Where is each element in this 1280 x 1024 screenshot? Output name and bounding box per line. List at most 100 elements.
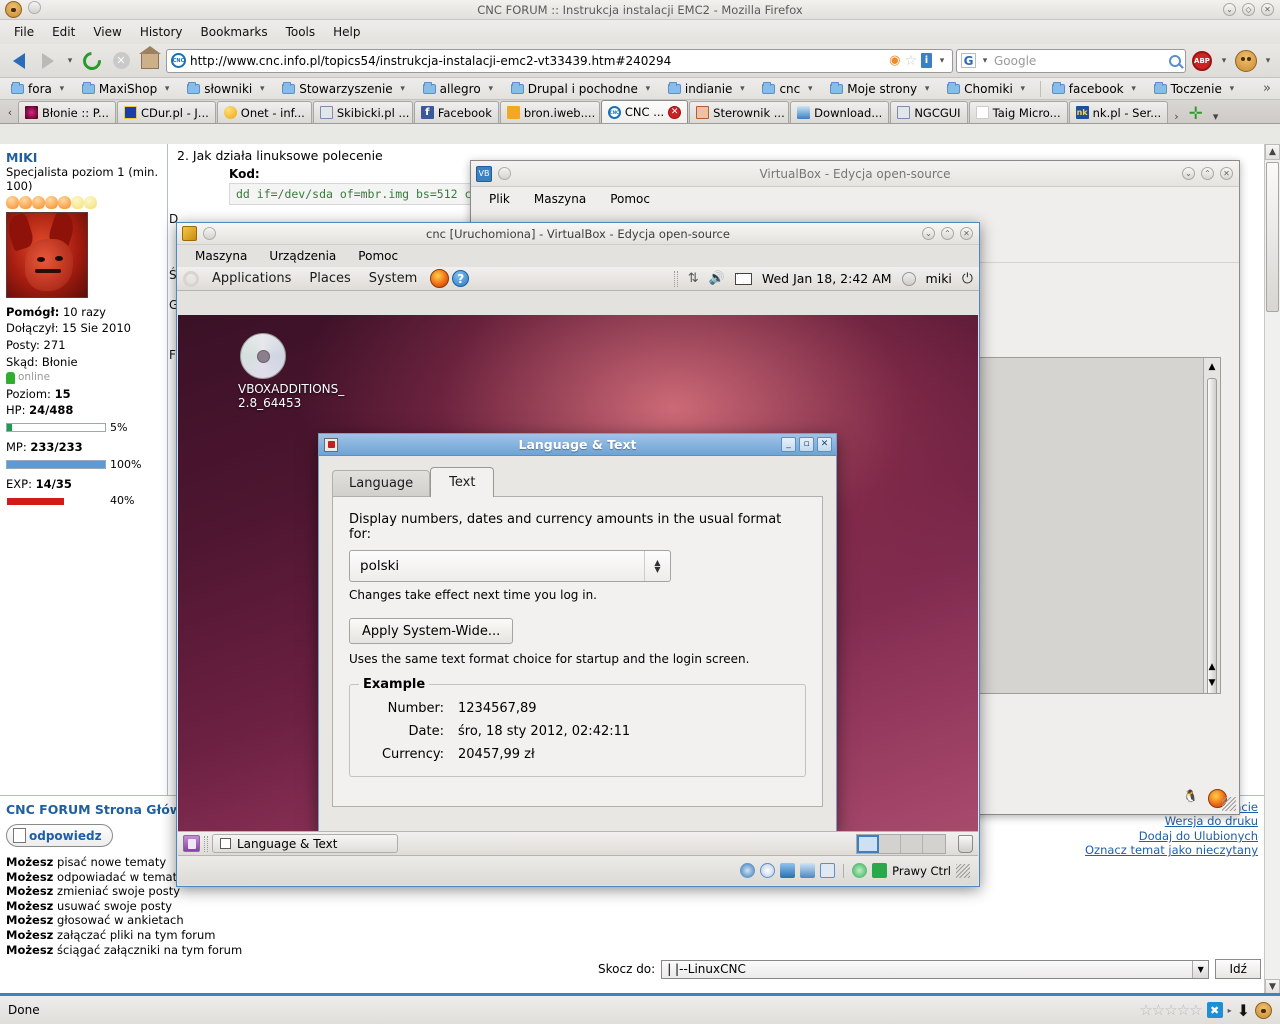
chevron-down-icon[interactable]: ▾ [64,56,76,66]
search-engine-dropdown-icon[interactable]: ▾ [979,56,991,66]
search-icon[interactable] [1169,54,1181,67]
link-mark-unread[interactable]: Oznacz temat jako nieczytany [1045,843,1258,857]
dialog-maximize-button[interactable]: ▫ [799,437,814,452]
monkey-extension-button[interactable] [1233,48,1259,74]
network-adapter-icon[interactable] [780,863,796,878]
menu-file[interactable]: File [6,22,42,42]
reply-button[interactable]: odpowiedz [6,824,113,847]
tab-scroll-left-icon[interactable]: ‹ [2,101,18,123]
vbmgr-menu-pomoc[interactable]: Pomoc [600,189,660,209]
minimize-button[interactable]: ⌄ [922,227,935,240]
combobox-spinner-icon[interactable]: ▲ ▼ [644,551,670,581]
menu-bookmarks[interactable]: Bookmarks [193,22,276,42]
tab-facebook[interactable]: f Facebook [413,101,499,123]
cd-dvd-icon[interactable] [760,863,776,878]
taskbar-window-button[interactable]: Language & Text [212,834,398,853]
maximize-button[interactable]: ◇ [1242,3,1255,16]
forward-button[interactable] [35,48,61,74]
new-tab-button[interactable]: ✛ [1184,106,1208,123]
maximize-button[interactable]: ⌃ [941,227,954,240]
search-bar[interactable]: G ▾ Google [956,48,1186,73]
desktop-icon-vboxadditions[interactable]: VBOXADDITIONS_ 2.8_64453 [238,333,344,410]
menu-edit[interactable]: Edit [44,22,83,42]
workspace-1[interactable] [857,834,879,853]
tab-taig-micro[interactable]: Taig Micro... [968,101,1068,123]
author-username[interactable]: MIKI [6,150,161,165]
dialog-minimize-button[interactable]: _ [781,437,796,452]
bookmark-facebook[interactable]: facebook ▾ [1046,80,1146,98]
reload-button[interactable] [79,47,105,74]
site-info-icon[interactable]: i [921,53,932,68]
chevron-down-icon[interactable]: ▼ [1192,960,1209,978]
tab-sterownik[interactable]: Sterownik ... [689,101,790,123]
vbmgr-resize-handle[interactable] [1222,797,1236,811]
vbmgr-menu-maszyna[interactable]: Maszyna [524,189,596,209]
gnome-username[interactable]: miki [926,271,952,286]
power-icon[interactable]: ⏻ [962,271,973,287]
firefox-launcher-icon[interactable] [430,269,450,288]
rating-stars-icon[interactable]: ☆☆☆☆☆ [1139,1001,1202,1019]
workspace-switcher[interactable] [856,833,946,854]
locale-combobox[interactable]: polski ▲ ▼ [349,550,671,582]
mail-icon[interactable] [734,272,752,285]
help-launcher-icon[interactable]: ? [452,270,470,287]
jump-to-select[interactable]: | |--LinuxCNC ▼ [661,959,1210,979]
scroll-up-icon[interactable]: ▲ [1204,358,1220,376]
volume-icon[interactable]: 🔊 [709,271,725,286]
tab-bron-iweb[interactable]: bron.iweb.... [499,101,600,123]
tab-close-icon[interactable]: ✕ [668,105,682,119]
gnome-menu-system[interactable]: System [360,269,426,288]
adblock-dropdown-icon[interactable]: ▾ [1218,56,1230,66]
search-input[interactable]: Google [994,54,1166,68]
menu-view[interactable]: View [85,22,129,42]
bookmark-drupal[interactable]: Drupal i pochodne ▾ [505,80,660,98]
gnome-clock[interactable]: Wed Jan 18, 2:42 AM [762,271,892,286]
rss-feed-icon[interactable]: ◉ [889,53,900,68]
usb-icon[interactable] [820,863,836,878]
bookmark-slowniki[interactable]: słowniki ▾ [181,80,274,98]
bookmark-fora[interactable]: fora ▾ [5,80,74,98]
tab-cdur[interactable]: CDur.pl - J... [116,101,216,123]
stop-button[interactable]: ✕ [108,48,134,74]
tab-nk-pl[interactable]: nk nk.pl - Ser... [1068,101,1169,123]
tab-download[interactable]: Download... [790,101,890,123]
vm-desktop[interactable]: VBOXADDITIONS_ 2.8_64453 Language & Text… [178,315,978,831]
trash-icon[interactable] [958,834,973,853]
minimize-button[interactable]: ⌄ [1223,3,1236,16]
tab-skibicki[interactable]: Skibicki.pl ... [312,101,413,123]
download-arrow-icon[interactable]: ⬇ [1237,1001,1250,1020]
vm-resize-handle[interactable] [956,863,970,878]
dialog-close-button[interactable]: ✕ [817,437,832,452]
scroll-up-icon[interactable]: ▲ [1265,144,1280,160]
scroll-up2-icon[interactable]: ▲ [1204,659,1220,675]
url-input[interactable]: http://www.cnc.info.pl/topics54/instrukc… [190,54,885,68]
hard-disk-icon[interactable] [740,863,756,878]
window-menu-icon[interactable] [28,1,41,14]
mouse-integration-icon[interactable] [872,863,888,878]
tab-text[interactable]: Text [430,467,495,497]
workspace-4[interactable] [923,834,945,853]
back-button[interactable] [6,48,32,74]
tab-list-dropdown-icon[interactable]: ▾ [1208,110,1224,123]
details-scrollbar-thumb[interactable] [1207,378,1217,693]
page-scrollbar[interactable]: ▲ ▼ [1264,144,1280,995]
vm-window-menu-icon[interactable] [203,227,216,240]
vm-menu-urzadzenia[interactable]: Urządzenia [259,247,346,265]
network-icon[interactable]: ⇅ [688,271,699,286]
bookmark-star-icon[interactable]: ☆ [904,53,917,69]
google-search-engine-icon[interactable]: G [961,53,976,68]
workspace-2[interactable] [879,834,901,853]
panel-drag-handle[interactable] [673,270,678,287]
gnome-menu-places[interactable]: Places [300,269,359,288]
jump-go-button[interactable]: Idź [1215,959,1262,979]
close-button[interactable]: ✕ [960,227,973,240]
show-desktop-button[interactable] [183,835,200,852]
monkey-status-icon[interactable] [1255,1001,1272,1019]
menu-tools[interactable]: Tools [278,22,324,42]
gnome-menu-applications[interactable]: Applications [203,269,300,288]
bookmark-indianie[interactable]: indianie ▾ [662,80,755,98]
url-bar[interactable]: CNC http://www.cnc.info.pl/topics54/inst… [166,48,953,73]
vbmgr-menu-plik[interactable]: Plik [479,189,520,209]
taskbar-drag-handle[interactable] [204,835,208,852]
close-button[interactable]: ✕ [1220,167,1233,180]
